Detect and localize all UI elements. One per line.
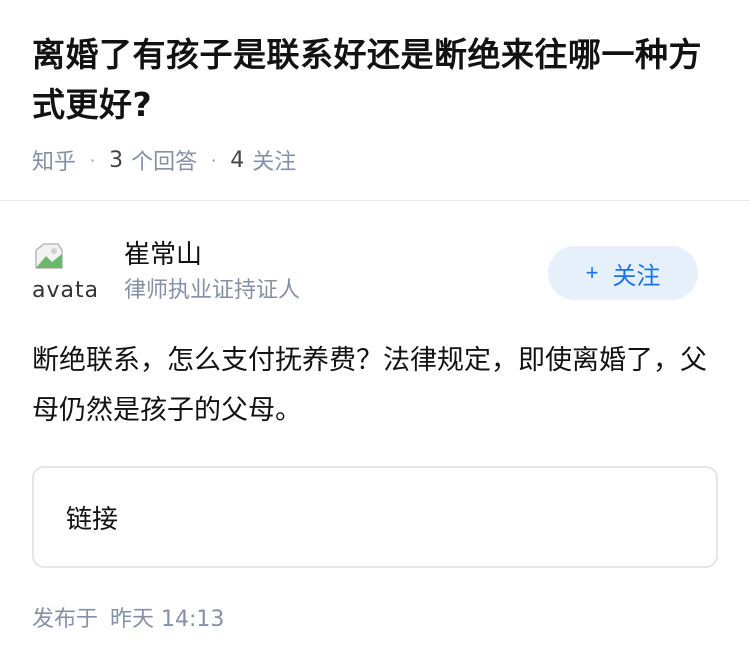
author-name[interactable]: 崔常山 xyxy=(124,238,202,272)
answer-count: 3 xyxy=(109,147,124,173)
source-label[interactable]: 知乎 xyxy=(32,144,76,176)
meta-separator: · xyxy=(90,150,96,170)
divider xyxy=(0,200,750,201)
avatar[interactable]: avatar xyxy=(32,238,96,302)
answer-content: 断绝联系，怎么支付抚养费？法律规定，即使离婚了，父母仍然是孩子的父母。 xyxy=(32,345,707,426)
link-card[interactable]: 链接 xyxy=(32,466,718,568)
question-title[interactable]: 离婚了有孩子是联系好还是断绝来往哪一种方式更好? xyxy=(32,30,722,130)
link-card-label: 链接 xyxy=(66,504,119,535)
broken-image-icon xyxy=(35,243,63,269)
avatar-alt-text: avatar xyxy=(32,278,96,302)
plus-icon: + xyxy=(585,260,599,285)
follow-count: 4 xyxy=(230,147,245,173)
publish-prefix: 发布于 xyxy=(32,607,99,632)
author-row: avatar 崔常山 律师执业证持证人 + 关注 xyxy=(32,238,698,308)
follow-count-label: 关注 xyxy=(252,150,297,175)
answer-count-label[interactable]: 个回答 xyxy=(131,144,197,176)
question-header: 离婚了有孩子是联系好还是断绝来往哪一种方式更好? 知乎 · 3 个回答 · 4 … xyxy=(0,0,750,176)
publish-time: 发布于 昨天 14:13 xyxy=(32,604,224,636)
author-badge: 律师执业证持证人 xyxy=(124,278,301,303)
question-meta: 知乎 · 3 个回答 · 4 关注 xyxy=(32,144,718,176)
follow-button-label: 关注 xyxy=(612,262,661,290)
publish-timestamp: 昨天 14:13 xyxy=(110,607,225,632)
follow-button[interactable]: + 关注 xyxy=(548,246,698,300)
meta-separator: · xyxy=(211,150,217,170)
answer-page: 离婚了有孩子是联系好还是断绝来往哪一种方式更好? 知乎 · 3 个回答 · 4 … xyxy=(0,0,750,672)
